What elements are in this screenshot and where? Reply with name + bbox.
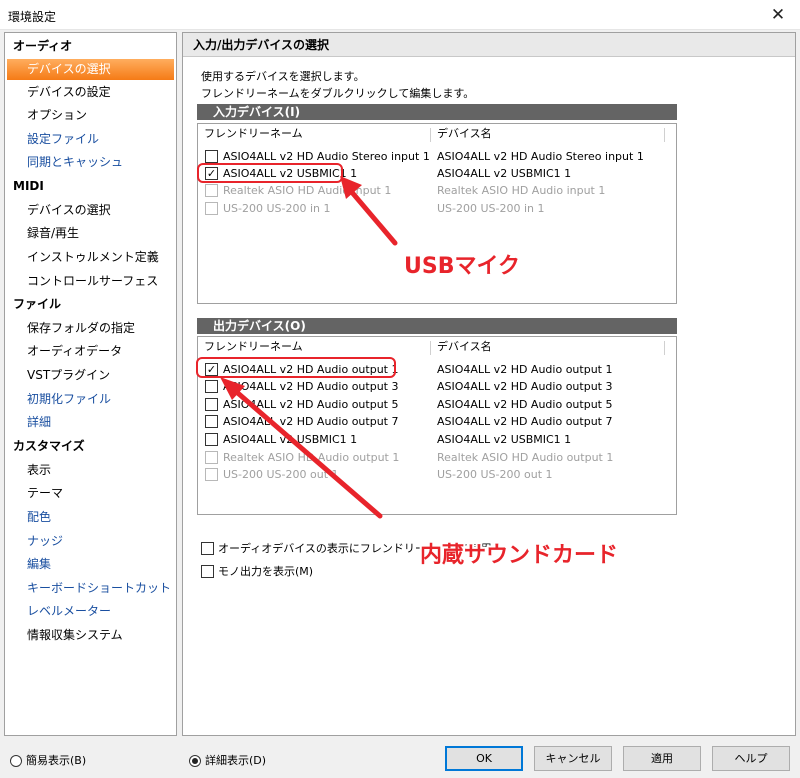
tree-item-save-folder[interactable]: 保存フォルダの指定 xyxy=(5,318,176,339)
tree-item-nudge[interactable]: ナッジ xyxy=(5,531,176,552)
tree-item-audio-options[interactable]: オプション xyxy=(5,105,176,126)
tree-item-control-surface[interactable]: コントロールサーフェス xyxy=(5,271,176,292)
tree-item-level-meter[interactable]: レベルメーター xyxy=(5,601,176,622)
output-device-row[interactable]: ASIO4ALL v2 HD Audio output 5 ASIO4ALL v… xyxy=(198,396,676,413)
device-name: ASIO4ALL v2 HD Audio output 7 xyxy=(437,415,613,428)
builtin-sound-label: 内蔵サウンドカード xyxy=(420,543,619,568)
title-bar: 環境設定 ✕ xyxy=(0,0,800,30)
usb-mic-label: USBマイク xyxy=(404,254,521,279)
device-checkbox[interactable] xyxy=(205,380,218,393)
description-line-2: フレンドリーネームをダブルクリックして編集します。 xyxy=(201,87,475,100)
device-name: ASIO4ALL v2 HD Audio output 5 xyxy=(437,398,613,411)
device-checkbox-disabled xyxy=(205,184,218,197)
column-header-device-name[interactable]: デバイス名 xyxy=(437,337,492,357)
tree-item-audio-device-settings[interactable]: デバイスの設定 xyxy=(5,82,176,103)
output-device-row[interactable]: ASIO4ALL v2 HD Audio output 3 ASIO4ALL v… xyxy=(198,378,676,395)
tree-item-audio-device-select[interactable]: デバイスの選択 xyxy=(7,59,174,80)
tree-item-instrument-def[interactable]: インストゥルメント定義 xyxy=(5,247,176,268)
use-friendly-name-checkbox[interactable] xyxy=(201,542,214,555)
tree-item-sync-cache[interactable]: 同期とキャッシュ xyxy=(5,152,176,173)
column-separator[interactable] xyxy=(664,128,665,142)
friendly-name: Realtek ASIO HD Audio output 1 xyxy=(223,451,400,464)
tree-category-file[interactable]: ファイル xyxy=(5,294,176,315)
tree-item-record-playback[interactable]: 録音/再生 xyxy=(5,223,176,244)
tree-item-vst-plugins[interactable]: VSTプラグイン xyxy=(5,365,176,386)
column-header-friendly-name[interactable]: フレンドリーネーム xyxy=(204,124,303,144)
simple-view-label: 簡易表示(B) xyxy=(26,754,87,767)
device-name: Realtek ASIO HD Audio output 1 xyxy=(437,451,614,464)
help-button[interactable]: ヘルプ xyxy=(712,746,790,771)
ok-button[interactable]: OK xyxy=(445,746,523,771)
output-device-row[interactable]: ASIO4ALL v2 USBMIC1 1 ASIO4ALL v2 USBMIC… xyxy=(198,431,676,448)
tree-item-init-file[interactable]: 初期化ファイル xyxy=(5,389,176,410)
tree-item-edit[interactable]: 編集 xyxy=(5,554,176,575)
friendly-name: US-200 US-200 out 1 xyxy=(223,468,339,481)
apply-button[interactable]: 適用 xyxy=(623,746,701,771)
device-checkbox-disabled xyxy=(205,202,218,215)
input-devices-header: 入力デバイス(I) xyxy=(197,104,677,120)
output-devices-header: 出力デバイス(O) xyxy=(197,318,677,334)
friendly-name: ASIO4ALL v2 USBMIC1 1 xyxy=(223,433,358,446)
tree-item-audio-data[interactable]: オーディオデータ xyxy=(5,341,176,362)
device-checkbox-disabled xyxy=(205,468,218,481)
device-name: ASIO4ALL v2 USBMIC1 1 xyxy=(437,433,572,446)
friendly-name: ASIO4ALL v2 HD Audio output 3 xyxy=(223,380,399,393)
radio-button-selected[interactable] xyxy=(189,755,201,767)
device-name: ASIO4ALL v2 HD Audio output 1 xyxy=(437,363,613,376)
friendly-name: Realtek ASIO HD Audio input 1 xyxy=(223,184,392,197)
input-device-row: Realtek ASIO HD Audio input 1 Realtek AS… xyxy=(198,182,676,199)
column-separator[interactable] xyxy=(430,128,431,142)
output-device-row[interactable]: ASIO4ALL v2 HD Audio output 7 ASIO4ALL v… xyxy=(198,413,676,430)
friendly-name: ASIO4ALL v2 HD Audio output 5 xyxy=(223,398,399,411)
tree-category-customize[interactable]: カスタマイズ xyxy=(5,436,176,457)
device-name: ASIO4ALL v2 HD Audio output 3 xyxy=(437,380,613,393)
tree-item-display[interactable]: 表示 xyxy=(5,460,176,481)
column-separator[interactable] xyxy=(664,341,665,355)
column-header-friendly-name[interactable]: フレンドリーネーム xyxy=(204,337,303,357)
device-name: Realtek ASIO HD Audio input 1 xyxy=(437,184,606,197)
device-name: US-200 US-200 out 1 xyxy=(437,468,553,481)
tree-item-theme[interactable]: テーマ xyxy=(5,483,176,504)
input-device-row: US-200 US-200 in 1 US-200 US-200 in 1 xyxy=(198,200,676,217)
builtin-sound-highlight xyxy=(196,357,396,378)
column-header-device-name[interactable]: デバイス名 xyxy=(437,124,492,144)
main-panel: 入力/出力デバイスの選択 使用するデバイスを選択します。 フレンドリーネームをダ… xyxy=(182,32,796,736)
device-name: ASIO4ALL v2 HD Audio Stereo input 1 xyxy=(437,150,644,163)
page-title: 入力/出力デバイスの選択 xyxy=(183,33,795,57)
tree-item-advanced[interactable]: 詳細 xyxy=(5,412,176,433)
tree-item-config-file[interactable]: 設定ファイル xyxy=(5,129,176,150)
tree-item-keyboard-shortcuts[interactable]: キーボードショートカット xyxy=(5,578,176,599)
detailed-view-label: 詳細表示(D) xyxy=(205,754,267,767)
tree-category-midi[interactable]: MIDI xyxy=(5,176,176,197)
device-checkbox-disabled xyxy=(205,451,218,464)
cancel-button[interactable]: キャンセル xyxy=(534,746,612,771)
tree-item-midi-device-select[interactable]: デバイスの選択 xyxy=(5,200,176,221)
usb-mic-highlight xyxy=(197,163,343,183)
tree-item-colors[interactable]: 配色 xyxy=(5,507,176,528)
mono-output-label: モノ出力を表示(M) xyxy=(218,565,314,578)
mono-output-checkbox[interactable] xyxy=(201,565,214,578)
friendly-name: ASIO4ALL v2 HD Audio output 7 xyxy=(223,415,399,428)
device-name: US-200 US-200 in 1 xyxy=(437,202,545,215)
column-separator[interactable] xyxy=(430,341,431,355)
window-title: 環境設定 xyxy=(8,10,57,24)
tree-category-audio[interactable]: オーディオ xyxy=(5,36,176,57)
device-checkbox[interactable] xyxy=(205,398,218,411)
description-line-1: 使用するデバイスを選択します。 xyxy=(201,70,365,83)
dialog-client: オーディオ デバイスの選択 デバイスの設定 オプション 設定ファイル 同期とキャ… xyxy=(0,30,800,778)
close-icon[interactable]: ✕ xyxy=(766,3,790,27)
device-name: ASIO4ALL v2 USBMIC1 1 xyxy=(437,167,572,180)
device-checkbox[interactable] xyxy=(205,415,218,428)
device-checkbox[interactable] xyxy=(205,433,218,446)
output-device-row: US-200 US-200 out 1 US-200 US-200 out 1 xyxy=(198,466,676,483)
device-checkbox[interactable] xyxy=(205,150,218,163)
output-device-row: Realtek ASIO HD Audio output 1 Realtek A… xyxy=(198,449,676,466)
tree-item-data-collection[interactable]: 情報収集システム xyxy=(5,625,176,646)
friendly-name: US-200 US-200 in 1 xyxy=(223,202,331,215)
settings-tree[interactable]: オーディオ デバイスの選択 デバイスの設定 オプション 設定ファイル 同期とキャ… xyxy=(4,32,177,736)
radio-button[interactable] xyxy=(10,755,22,767)
